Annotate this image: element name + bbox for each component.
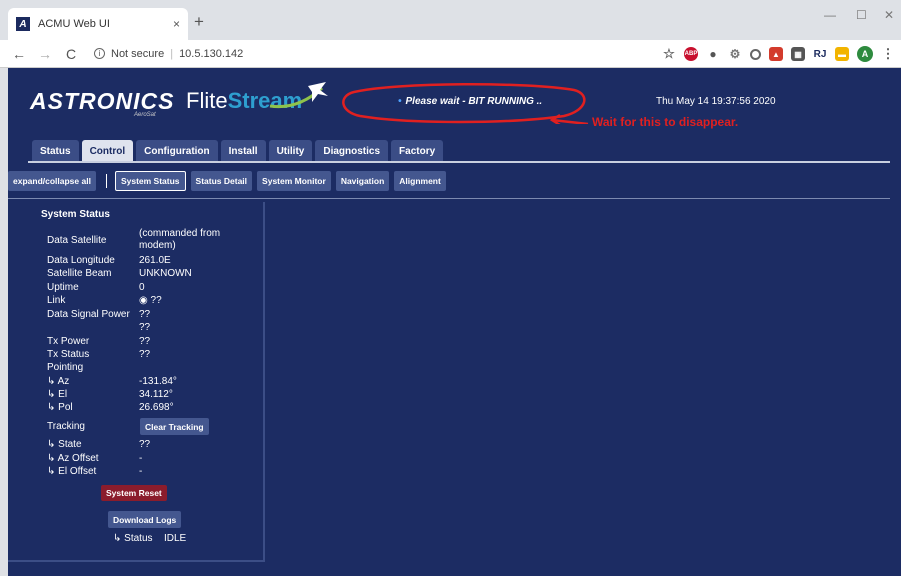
panel-title: System Status [41,209,110,220]
logs-status-label: ↳ Status [113,533,153,544]
info-icon[interactable]: i [94,48,105,59]
brand-sub-logo: AeroSat [134,112,156,118]
tab-utility[interactable]: Utility [268,140,313,162]
profile-avatar-icon[interactable]: A [857,46,873,62]
adblock-icon[interactable]: ABP [684,47,698,61]
menu-icon[interactable]: ⋮ [881,46,895,61]
circle-icon[interactable] [750,48,761,60]
data-signal-power-value-secondary: ?? [139,322,151,333]
new-tab-icon[interactable]: + [194,12,204,32]
el-offset-label: ↳ El Offset [47,466,97,477]
reload-icon[interactable]: C [64,46,78,62]
tab-diagnostics[interactable]: Diagnostics [315,140,389,162]
navigation-button[interactable]: Navigation [335,171,390,191]
el-offset-value: - [139,466,143,477]
az-value: -131.84° [139,376,177,387]
tab-divider [28,161,890,163]
extensions-toolbar: ☆ ABP ● ⚙ ▲ ▦ RJ ▬ A ⋮ [662,46,895,62]
state-value: ?? [139,439,151,450]
az-label: ↳ Az [47,376,70,387]
extension-icon[interactable]: ⚙ [728,47,742,61]
az-offset-label: ↳ Az Offset [47,453,99,464]
lock-icon[interactable]: ▲ [769,47,783,61]
link-value: ◉ ?? [139,295,162,306]
browser-tab[interactable]: A ACMU Web UI × [8,8,188,40]
logs-status-value: IDLE [164,533,187,544]
tab-factory[interactable]: Factory [391,140,444,162]
rj-icon[interactable]: RJ [813,47,827,61]
az-offset-value: - [139,453,143,464]
uptime-value: 0 [139,282,145,293]
plane-swoosh-icon [269,82,328,109]
bit-status-message: • Please wait - BIT RUNNING .. [398,96,543,107]
datetime: Thu May 14 19:37:56 2020 [656,96,776,107]
minimize-icon[interactable]: — [824,8,836,22]
status-detail-button[interactable]: Status Detail [190,171,253,191]
download-logs-button[interactable]: Download Logs [108,511,182,528]
state-label: ↳ State [47,439,82,450]
tracking-label: Tracking [47,421,85,432]
system-reset-button[interactable]: System Reset [101,485,167,501]
data-satellite-value: (commanded from modem) [139,228,221,251]
back-icon[interactable]: ← [12,46,26,62]
dot-icon[interactable]: ● [706,47,720,61]
grid-icon[interactable]: ▦ [791,47,805,61]
system-status-panel: System Status Data Satellite (commanded … [8,202,265,562]
el-label: ↳ El [47,389,68,400]
annotation-text: Wait for this to disappear. [592,115,739,129]
close-window-icon[interactable]: ✕ [884,8,894,22]
url-text: 10.5.130.142 [179,47,244,60]
pol-value: 26.698° [139,402,174,413]
tab-status[interactable]: Status [32,140,79,162]
address-bar: ← → C i Not secure | 10.5.130.142 ☆ ABP … [0,40,901,68]
security-label: Not secure [111,47,165,60]
pol-label: ↳ Pol [47,402,73,413]
uptime-label: Uptime [47,282,79,293]
sub-nav: expand/collapse all System Status Status… [8,171,451,191]
clear-tracking-button[interactable]: Clear Tracking [140,418,209,435]
tx-power-value: ?? [139,336,151,347]
data-longitude-value: 261.0E [139,255,171,266]
tab-configuration[interactable]: Configuration [136,140,218,162]
folder-icon[interactable]: ▬ [835,47,849,61]
tab-control[interactable]: Control [81,140,134,162]
tab-close-icon[interactable]: × [173,17,180,31]
browser-tabstrip: A ACMU Web UI × + — ☐ ✕ [0,0,901,40]
satellite-beam-label: Satellite Beam [47,268,112,279]
expand-collapse-button[interactable]: expand/collapse all [8,171,96,191]
app-page: ASTRONICS AeroSat FliteStream • Please wa… [8,68,901,576]
url-field[interactable]: i Not secure | 10.5.130.142 [94,48,243,60]
brand-logo: ASTRONICS [30,88,175,114]
favicon-icon: A [16,17,30,31]
data-longitude-label: Data Longitude [47,255,115,266]
sub-nav-divider-line [8,198,890,199]
main-tabs: Status Control Configuration Install Uti… [32,140,444,162]
sub-nav-divider [105,174,107,188]
forward-icon[interactable]: → [38,46,52,62]
tab-install[interactable]: Install [220,140,266,162]
system-status-button[interactable]: System Status [114,171,186,191]
tx-status-value: ?? [139,349,151,360]
data-signal-power-label: Data Signal Power [47,309,130,320]
alignment-button[interactable]: Alignment [394,171,446,191]
star-icon[interactable]: ☆ [662,46,676,61]
el-value: 34.112° [139,389,173,400]
system-monitor-button[interactable]: System Monitor [257,171,331,191]
data-signal-power-value: ?? [139,309,151,320]
tx-power-label: Tx Power [47,336,90,347]
data-satellite-label: Data Satellite [47,235,107,246]
link-label: Link [47,295,66,306]
maximize-icon[interactable]: ☐ [856,8,867,22]
satellite-beam-value: UNKNOWN [139,268,192,279]
pointing-label: Pointing [47,362,84,373]
status-dot-icon: • [398,96,402,107]
tab-title: ACMU Web UI [38,18,110,30]
tx-status-label: Tx Status [47,349,90,360]
